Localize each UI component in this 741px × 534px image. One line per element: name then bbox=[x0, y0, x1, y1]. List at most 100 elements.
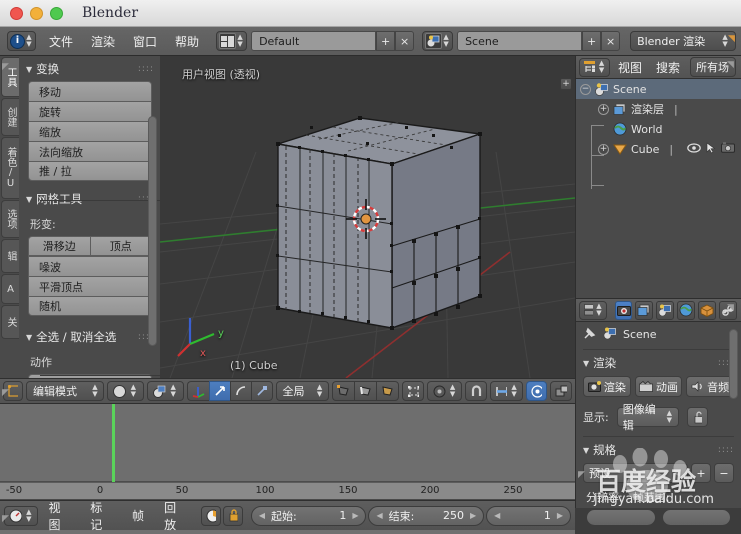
area-corner-grip[interactable]: ◥ bbox=[727, 60, 734, 70]
arrow-left-icon[interactable]: ◀ bbox=[376, 511, 382, 520]
end-frame-field[interactable]: ◀ 结束: 250 ▶ bbox=[368, 505, 485, 526]
camera-icon[interactable] bbox=[721, 142, 735, 156]
properties-tab-world[interactable] bbox=[677, 300, 696, 320]
menu-render[interactable]: 渲染 bbox=[82, 33, 124, 50]
scene-selector-icon-box[interactable]: ▲ ▼ bbox=[422, 31, 454, 51]
menu-window[interactable]: 窗口 bbox=[124, 33, 166, 50]
area-corner-grip[interactable]: ◤ bbox=[578, 470, 585, 480]
section-select-all-header[interactable]: ▼ 全选 / 取消全选 :::: bbox=[20, 324, 160, 349]
outliner-menu-view[interactable]: 视图 bbox=[612, 59, 648, 76]
arrow-left-icon[interactable]: ◀ bbox=[259, 511, 265, 520]
tool-edge-slide[interactable]: 滑移边 bbox=[28, 236, 90, 256]
scene-mode-selector[interactable]: ▲ ▼ bbox=[146, 381, 184, 401]
auto-keyframe-button[interactable] bbox=[200, 505, 221, 526]
screen-layout-selector[interactable]: ▲ ▼ bbox=[216, 31, 248, 51]
arrow-right-icon[interactable]: ▶ bbox=[557, 511, 563, 520]
render-engine-selector[interactable]: Blender 渲染 ▲ ▼ bbox=[630, 31, 737, 51]
render-animation-button[interactable]: 动画 bbox=[634, 376, 683, 397]
toolshelf-tab-create[interactable]: 创建 bbox=[1, 98, 19, 136]
tool-shrink-fatten[interactable]: 法向缩放 bbox=[28, 141, 152, 161]
render-audio-button[interactable]: 音频 bbox=[686, 376, 735, 397]
outliner-row-renderlayers[interactable]: + 渲染层 | bbox=[576, 99, 741, 119]
tool-smooth-vertex[interactable]: 平滑顶点 bbox=[28, 276, 152, 296]
cursor-arrow-icon[interactable] bbox=[706, 141, 716, 157]
collapse-toggle[interactable]: − bbox=[580, 83, 591, 95]
area-corner-grip[interactable]: ◤ bbox=[2, 514, 9, 524]
viewport-shading-selector[interactable]: ▲ ▼ bbox=[107, 381, 144, 401]
display-mode-selector[interactable]: 图像编辑 ▲ ▼ bbox=[616, 403, 679, 432]
scale-manipulator-button[interactable] bbox=[250, 381, 273, 401]
delete-scene-button[interactable]: × bbox=[601, 31, 621, 51]
start-frame-field[interactable]: ◀ 起始: 1 ▶ bbox=[250, 505, 367, 526]
add-scene-button[interactable]: + bbox=[582, 31, 602, 51]
add-layout-button[interactable]: + bbox=[376, 31, 396, 51]
tool-scale[interactable]: 缩放 bbox=[28, 121, 152, 141]
manipulator-toggle-icon[interactable] bbox=[186, 381, 209, 401]
add-preset-button[interactable]: + bbox=[691, 463, 711, 483]
edge-select-button[interactable] bbox=[353, 381, 376, 401]
area-corner-grip[interactable]: ◥ bbox=[727, 303, 734, 313]
close-window-button[interactable] bbox=[10, 6, 23, 20]
expand-toggle[interactable]: + bbox=[598, 103, 609, 115]
properties-tab-renderlayers[interactable] bbox=[635, 300, 654, 320]
area-corner-grip[interactable]: ◤ bbox=[2, 388, 9, 398]
timeline-menu-view[interactable]: 视图 bbox=[40, 499, 80, 533]
expand-toggle[interactable]: + bbox=[598, 143, 609, 155]
arrow-left-icon[interactable]: ◀ bbox=[494, 511, 500, 520]
menu-file[interactable]: 文件 bbox=[40, 33, 82, 50]
outliner-menu-search[interactable]: 搜索 bbox=[650, 59, 686, 76]
arrow-right-icon[interactable]: ▶ bbox=[352, 511, 358, 520]
editor-type-selector-timeline[interactable]: ▲ ▼ bbox=[4, 505, 38, 526]
editor-type-selector[interactable]: i ▲ ▼ bbox=[7, 31, 36, 51]
delete-layout-button[interactable]: × bbox=[395, 31, 415, 51]
translate-manipulator-button[interactable] bbox=[208, 381, 230, 401]
toolshelf-tab-close[interactable]: 关 bbox=[1, 305, 19, 339]
limit-selection-visible-button[interactable] bbox=[401, 381, 425, 401]
dimensions-section-header[interactable]: ▼ 规格 :::: bbox=[576, 439, 741, 461]
3d-viewport[interactable]: 用户视图 (透视) (1) Cube y x + bbox=[160, 56, 575, 378]
tool-rotate[interactable]: 旋转 bbox=[28, 101, 152, 121]
timeline-menu-playback[interactable]: 回放 bbox=[155, 499, 195, 533]
snap-magnet-button[interactable] bbox=[465, 381, 487, 401]
render-image-button[interactable]: 渲染 bbox=[583, 376, 631, 397]
rotate-manipulator-button[interactable] bbox=[229, 381, 251, 401]
preset-selector[interactable]: 预设 bbox=[583, 463, 688, 483]
snap-element-selector[interactable]: ▲ ▼ bbox=[489, 381, 523, 401]
timeline-track-area[interactable] bbox=[0, 404, 575, 482]
editor-type-selector-properties[interactable]: ▲ ▼ bbox=[579, 300, 607, 320]
minimize-window-button[interactable] bbox=[30, 6, 43, 20]
menu-help[interactable]: 帮助 bbox=[166, 33, 208, 50]
properties-tab-scene[interactable] bbox=[656, 300, 675, 320]
viewport-expand-panel-button[interactable]: + bbox=[560, 78, 572, 90]
outliner-row-scene[interactable]: − Scene bbox=[576, 79, 741, 99]
toolshelf-tab-a[interactable]: A bbox=[1, 274, 19, 304]
screen-layout-name[interactable]: Default bbox=[251, 31, 377, 51]
toolshelf-tab-shading-uv[interactable]: 着色/U bbox=[1, 137, 19, 199]
vertex-select-button[interactable] bbox=[331, 381, 354, 401]
eye-icon[interactable] bbox=[687, 142, 701, 156]
tool-vertex-slide[interactable]: 顶点 bbox=[89, 236, 152, 256]
render-preview-button[interactable] bbox=[549, 381, 572, 401]
area-corner-grip[interactable]: ◥ bbox=[728, 34, 735, 44]
section-transform-header[interactable]: ▼ 变换 :::: bbox=[20, 56, 160, 81]
properties-tab-render[interactable] bbox=[614, 300, 633, 320]
arrow-right-icon[interactable]: ▶ bbox=[470, 511, 476, 520]
tool-noise[interactable]: 噪波 bbox=[28, 256, 152, 276]
interaction-mode-selector[interactable]: 编辑模式 ▲ ▼ bbox=[26, 381, 104, 401]
render-section-header[interactable]: ▼ 渲染 :::: bbox=[576, 352, 741, 374]
proportional-edit-button[interactable] bbox=[525, 381, 547, 401]
current-frame-field[interactable]: ◀ 1 ▶ bbox=[486, 505, 571, 526]
timeline-menu-marker[interactable]: 标记 bbox=[81, 499, 121, 533]
lock-button[interactable] bbox=[222, 505, 243, 526]
remove-preset-button[interactable]: − bbox=[714, 463, 734, 483]
area-corner-grip[interactable]: ◤ bbox=[2, 62, 9, 72]
tool-move[interactable]: 移动 bbox=[28, 81, 152, 101]
section-mesh-tools-header[interactable]: ▼ 网格工具 :::: bbox=[20, 186, 160, 211]
maximize-window-button[interactable] bbox=[50, 6, 63, 20]
outliner-row-cube[interactable]: + Cube | bbox=[576, 139, 741, 159]
tool-push-pull[interactable]: 推 / 拉 bbox=[28, 161, 152, 181]
toolshelf-tab-options[interactable]: 选项 bbox=[1, 200, 19, 238]
pin-icon[interactable] bbox=[583, 326, 597, 343]
scene-name[interactable]: Scene bbox=[457, 31, 583, 51]
timeline-playhead[interactable] bbox=[112, 404, 115, 482]
